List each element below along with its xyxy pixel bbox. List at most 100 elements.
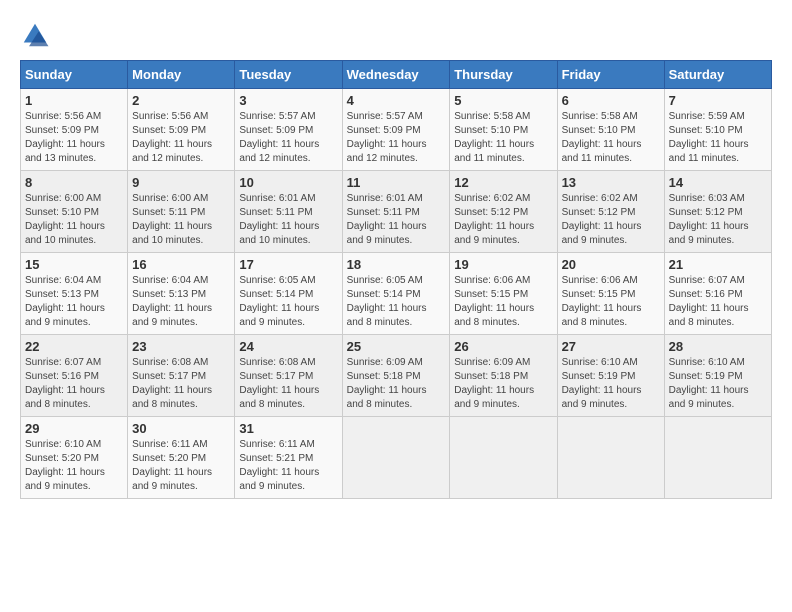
day-number: 3 (239, 93, 337, 108)
day-number: 6 (562, 93, 660, 108)
day-number: 25 (347, 339, 446, 354)
day-detail: Sunrise: 6:02 AMSunset: 5:12 PMDaylight:… (562, 193, 642, 246)
day-detail: Sunrise: 5:57 AMSunset: 5:09 PMDaylight:… (347, 111, 427, 164)
day-number: 5 (454, 93, 552, 108)
calendar-cell: 16 Sunrise: 6:04 AMSunset: 5:13 PMDaylig… (128, 253, 235, 335)
day-number: 10 (239, 175, 337, 190)
calendar-cell: 18 Sunrise: 6:05 AMSunset: 5:14 PMDaylig… (342, 253, 450, 335)
day-number: 20 (562, 257, 660, 272)
calendar-cell: 21 Sunrise: 6:07 AMSunset: 5:16 PMDaylig… (664, 253, 771, 335)
calendar-cell: 7 Sunrise: 5:59 AMSunset: 5:10 PMDayligh… (664, 89, 771, 171)
col-header-saturday: Saturday (664, 61, 771, 89)
col-header-monday: Monday (128, 61, 235, 89)
calendar-cell: 2 Sunrise: 5:56 AMSunset: 5:09 PMDayligh… (128, 89, 235, 171)
day-detail: Sunrise: 6:05 AMSunset: 5:14 PMDaylight:… (347, 275, 427, 328)
day-number: 28 (669, 339, 767, 354)
day-detail: Sunrise: 6:02 AMSunset: 5:12 PMDaylight:… (454, 193, 534, 246)
day-detail: Sunrise: 6:00 AMSunset: 5:10 PMDaylight:… (25, 193, 105, 246)
day-detail: Sunrise: 5:59 AMSunset: 5:10 PMDaylight:… (669, 111, 749, 164)
day-detail: Sunrise: 6:06 AMSunset: 5:15 PMDaylight:… (562, 275, 642, 328)
day-detail: Sunrise: 5:58 AMSunset: 5:10 PMDaylight:… (562, 111, 642, 164)
day-number: 9 (132, 175, 230, 190)
day-number: 19 (454, 257, 552, 272)
calendar-week-3: 15 Sunrise: 6:04 AMSunset: 5:13 PMDaylig… (21, 253, 772, 335)
day-number: 21 (669, 257, 767, 272)
calendar-cell: 24 Sunrise: 6:08 AMSunset: 5:17 PMDaylig… (235, 335, 342, 417)
calendar-cell: 23 Sunrise: 6:08 AMSunset: 5:17 PMDaylig… (128, 335, 235, 417)
day-detail: Sunrise: 6:09 AMSunset: 5:18 PMDaylight:… (454, 357, 534, 410)
day-detail: Sunrise: 6:04 AMSunset: 5:13 PMDaylight:… (132, 275, 212, 328)
calendar-cell: 22 Sunrise: 6:07 AMSunset: 5:16 PMDaylig… (21, 335, 128, 417)
day-detail: Sunrise: 6:08 AMSunset: 5:17 PMDaylight:… (132, 357, 212, 410)
col-header-tuesday: Tuesday (235, 61, 342, 89)
calendar-cell: 19 Sunrise: 6:06 AMSunset: 5:15 PMDaylig… (450, 253, 557, 335)
page-header (20, 20, 772, 50)
day-number: 22 (25, 339, 123, 354)
calendar-cell: 14 Sunrise: 6:03 AMSunset: 5:12 PMDaylig… (664, 171, 771, 253)
day-detail: Sunrise: 6:01 AMSunset: 5:11 PMDaylight:… (347, 193, 427, 246)
day-detail: Sunrise: 6:08 AMSunset: 5:17 PMDaylight:… (239, 357, 319, 410)
calendar-cell: 15 Sunrise: 6:04 AMSunset: 5:13 PMDaylig… (21, 253, 128, 335)
day-number: 12 (454, 175, 552, 190)
day-detail: Sunrise: 6:07 AMSunset: 5:16 PMDaylight:… (669, 275, 749, 328)
logo (20, 20, 56, 50)
day-number: 13 (562, 175, 660, 190)
calendar-cell: 10 Sunrise: 6:01 AMSunset: 5:11 PMDaylig… (235, 171, 342, 253)
day-number: 27 (562, 339, 660, 354)
day-detail: Sunrise: 6:09 AMSunset: 5:18 PMDaylight:… (347, 357, 427, 410)
day-detail: Sunrise: 6:06 AMSunset: 5:15 PMDaylight:… (454, 275, 534, 328)
day-number: 7 (669, 93, 767, 108)
calendar-cell: 28 Sunrise: 6:10 AMSunset: 5:19 PMDaylig… (664, 335, 771, 417)
day-detail: Sunrise: 6:01 AMSunset: 5:11 PMDaylight:… (239, 193, 319, 246)
day-detail: Sunrise: 6:03 AMSunset: 5:12 PMDaylight:… (669, 193, 749, 246)
col-header-sunday: Sunday (21, 61, 128, 89)
calendar-cell (557, 417, 664, 499)
day-detail: Sunrise: 5:58 AMSunset: 5:10 PMDaylight:… (454, 111, 534, 164)
calendar-cell: 17 Sunrise: 6:05 AMSunset: 5:14 PMDaylig… (235, 253, 342, 335)
day-number: 30 (132, 421, 230, 436)
day-number: 8 (25, 175, 123, 190)
day-number: 31 (239, 421, 337, 436)
day-detail: Sunrise: 6:10 AMSunset: 5:20 PMDaylight:… (25, 439, 105, 492)
day-number: 4 (347, 93, 446, 108)
day-number: 14 (669, 175, 767, 190)
day-detail: Sunrise: 6:00 AMSunset: 5:11 PMDaylight:… (132, 193, 212, 246)
calendar-table: SundayMondayTuesdayWednesdayThursdayFrid… (20, 60, 772, 499)
calendar-header-row: SundayMondayTuesdayWednesdayThursdayFrid… (21, 61, 772, 89)
day-number: 2 (132, 93, 230, 108)
day-detail: Sunrise: 6:11 AMSunset: 5:20 PMDaylight:… (132, 439, 212, 492)
calendar-cell: 12 Sunrise: 6:02 AMSunset: 5:12 PMDaylig… (450, 171, 557, 253)
calendar-cell: 30 Sunrise: 6:11 AMSunset: 5:20 PMDaylig… (128, 417, 235, 499)
col-header-thursday: Thursday (450, 61, 557, 89)
day-detail: Sunrise: 6:07 AMSunset: 5:16 PMDaylight:… (25, 357, 105, 410)
calendar-cell: 4 Sunrise: 5:57 AMSunset: 5:09 PMDayligh… (342, 89, 450, 171)
day-number: 26 (454, 339, 552, 354)
calendar-cell: 6 Sunrise: 5:58 AMSunset: 5:10 PMDayligh… (557, 89, 664, 171)
calendar-cell: 9 Sunrise: 6:00 AMSunset: 5:11 PMDayligh… (128, 171, 235, 253)
calendar-cell: 5 Sunrise: 5:58 AMSunset: 5:10 PMDayligh… (450, 89, 557, 171)
calendar-cell: 13 Sunrise: 6:02 AMSunset: 5:12 PMDaylig… (557, 171, 664, 253)
calendar-cell (664, 417, 771, 499)
calendar-cell: 26 Sunrise: 6:09 AMSunset: 5:18 PMDaylig… (450, 335, 557, 417)
calendar-cell: 1 Sunrise: 5:56 AMSunset: 5:09 PMDayligh… (21, 89, 128, 171)
day-number: 15 (25, 257, 123, 272)
calendar-cell: 27 Sunrise: 6:10 AMSunset: 5:19 PMDaylig… (557, 335, 664, 417)
day-detail: Sunrise: 6:05 AMSunset: 5:14 PMDaylight:… (239, 275, 319, 328)
calendar-week-1: 1 Sunrise: 5:56 AMSunset: 5:09 PMDayligh… (21, 89, 772, 171)
calendar-cell: 31 Sunrise: 6:11 AMSunset: 5:21 PMDaylig… (235, 417, 342, 499)
calendar-cell: 25 Sunrise: 6:09 AMSunset: 5:18 PMDaylig… (342, 335, 450, 417)
calendar-cell: 3 Sunrise: 5:57 AMSunset: 5:09 PMDayligh… (235, 89, 342, 171)
day-number: 11 (347, 175, 446, 190)
calendar-week-2: 8 Sunrise: 6:00 AMSunset: 5:10 PMDayligh… (21, 171, 772, 253)
day-number: 17 (239, 257, 337, 272)
day-number: 18 (347, 257, 446, 272)
calendar-week-4: 22 Sunrise: 6:07 AMSunset: 5:16 PMDaylig… (21, 335, 772, 417)
day-number: 24 (239, 339, 337, 354)
calendar-cell: 29 Sunrise: 6:10 AMSunset: 5:20 PMDaylig… (21, 417, 128, 499)
day-detail: Sunrise: 5:56 AMSunset: 5:09 PMDaylight:… (132, 111, 212, 164)
calendar-week-5: 29 Sunrise: 6:10 AMSunset: 5:20 PMDaylig… (21, 417, 772, 499)
day-detail: Sunrise: 6:04 AMSunset: 5:13 PMDaylight:… (25, 275, 105, 328)
day-detail: Sunrise: 6:11 AMSunset: 5:21 PMDaylight:… (239, 439, 319, 492)
day-detail: Sunrise: 6:10 AMSunset: 5:19 PMDaylight:… (669, 357, 749, 410)
calendar-cell (342, 417, 450, 499)
